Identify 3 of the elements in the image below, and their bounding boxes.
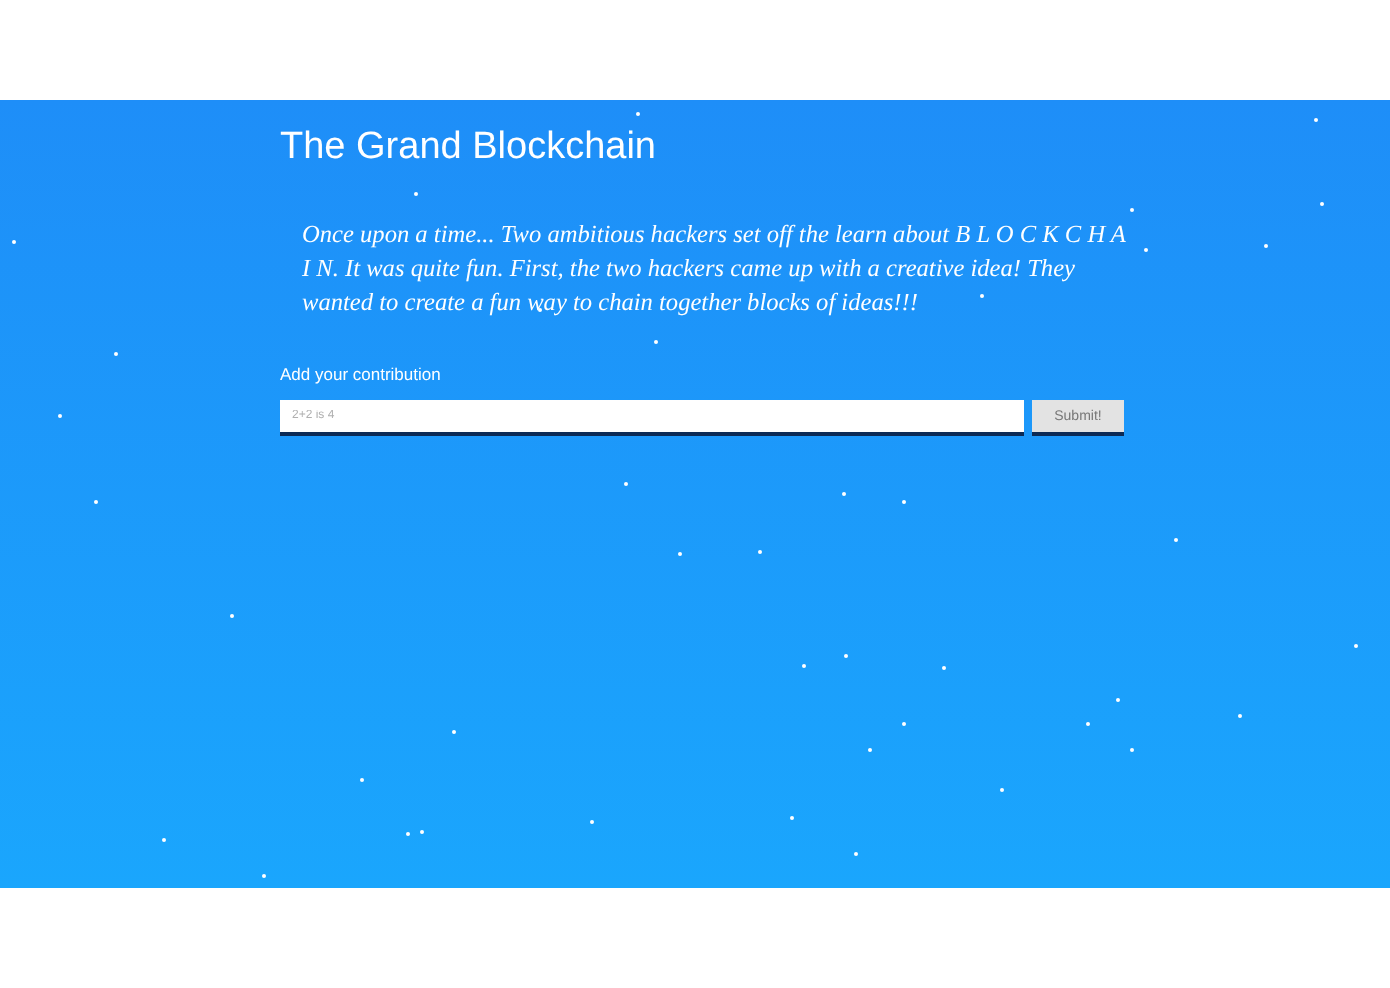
story-paragraph: Once upon a time... Two ambitious hackers set off the learn about B L O C K C H A I N. It was quite fun. First, the two hackers came up with a creative idea! They wanted to create a fun way to chain together blocks of ideas!!!	[302, 218, 1128, 320]
contribution-label: Add your contribution	[280, 362, 443, 386]
page-title: The Grand Blockchain	[280, 124, 658, 172]
